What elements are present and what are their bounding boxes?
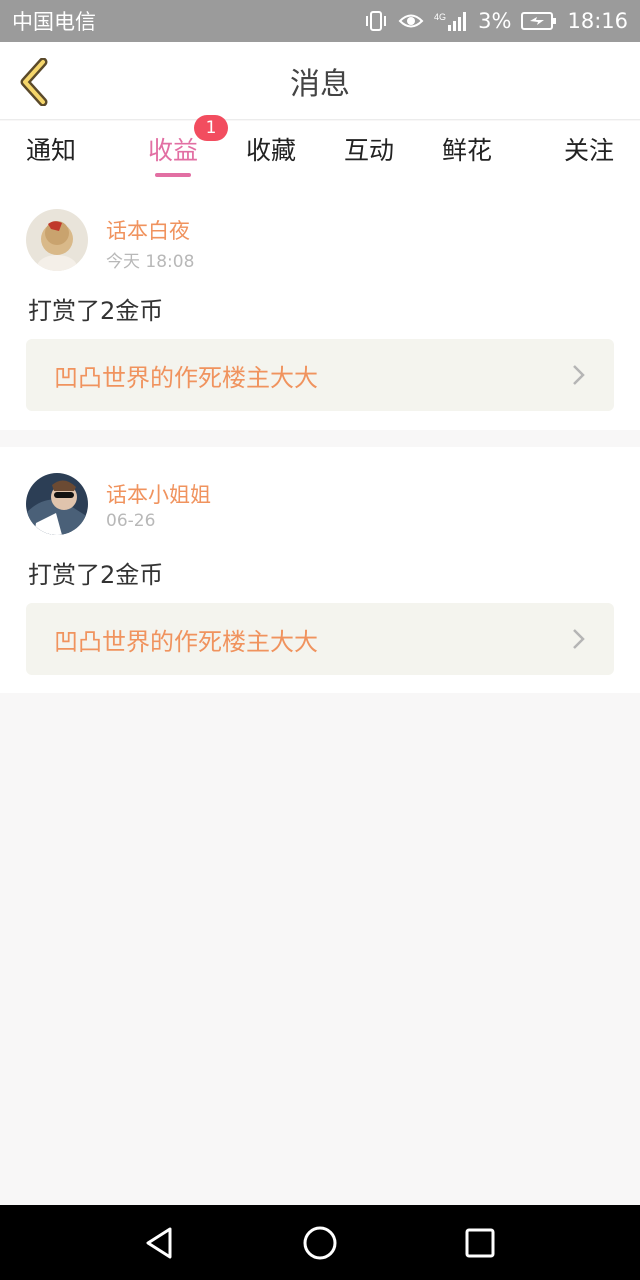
tab-interactions[interactable]: 互动 (320, 121, 418, 181)
tab-label: 鲜花 (441, 136, 492, 165)
message-text: 打赏了2金币 (28, 297, 164, 325)
nav-recents-button[interactable] (460, 1223, 500, 1263)
eye-icon (398, 11, 424, 31)
avatar-image (26, 473, 88, 535)
nav-back-button[interactable] (140, 1223, 180, 1263)
message-card: 话本白夜 今天 18:08 打赏了2金币 凹凸世界的作死楼主大大 (0, 181, 640, 430)
post-title: 凹凸世界的作死楼主大大 (54, 363, 318, 392)
timestamp: 今天 18:08 (106, 252, 195, 272)
tab-notifications[interactable]: 通知 (0, 121, 124, 181)
tab-favorites[interactable]: 收藏 (222, 121, 320, 181)
home-circle-icon (303, 1226, 337, 1260)
chevron-right-icon (573, 629, 585, 649)
chevron-right-icon (573, 365, 585, 385)
tab-label: 收益 (147, 136, 198, 165)
tab-label: 关注 (563, 136, 614, 165)
tab-label: 收藏 (245, 136, 296, 165)
tab-follows[interactable]: 关注 (516, 121, 640, 181)
header: 消息 (0, 42, 640, 120)
status-bar: 中国电信 4G 3% 18:16 (0, 0, 640, 42)
signal-4g-icon: 4G (434, 10, 468, 32)
battery-percent: 3% (478, 9, 512, 33)
network-label: 4G (434, 12, 446, 22)
post-link[interactable]: 凹凸世界的作死楼主大大 (26, 603, 614, 675)
tab-earnings[interactable]: 收益 1 (124, 115, 228, 181)
recents-square-icon (465, 1228, 495, 1258)
timestamp: 06-26 (106, 511, 156, 531)
username[interactable]: 话本小姐姐 (106, 479, 211, 509)
tab-label: 通知 (26, 136, 77, 165)
post-link[interactable]: 凹凸世界的作死楼主大大 (26, 339, 614, 411)
tab-bar: 通知 收益 1 收藏 互动 鲜花 关注 (0, 115, 640, 181)
page-title: 消息 (290, 67, 350, 102)
post-title: 凹凸世界的作死楼主大大 (54, 627, 318, 656)
system-nav-bar (0, 1205, 640, 1280)
avatar[interactable] (26, 473, 88, 535)
username[interactable]: 话本白夜 (106, 215, 190, 245)
status-icons: 4G 3% 18:16 (364, 9, 628, 33)
avatar-image (26, 209, 88, 271)
message-card: 话本小姐姐 06-26 打赏了2金币 凹凸世界的作死楼主大大 (0, 447, 640, 693)
battery-charging-icon (521, 11, 557, 31)
nav-home-button[interactable] (300, 1223, 340, 1263)
message-text: 打赏了2金币 (28, 561, 164, 589)
avatar[interactable] (26, 209, 88, 271)
active-tab-indicator (155, 173, 191, 177)
back-triangle-icon (146, 1227, 172, 1259)
clock: 18:16 (567, 9, 628, 33)
carrier-label: 中国电信 (12, 10, 96, 34)
tab-flowers[interactable]: 鲜花 (418, 121, 516, 181)
vibrate-icon (364, 10, 388, 32)
tab-label: 互动 (343, 136, 394, 165)
